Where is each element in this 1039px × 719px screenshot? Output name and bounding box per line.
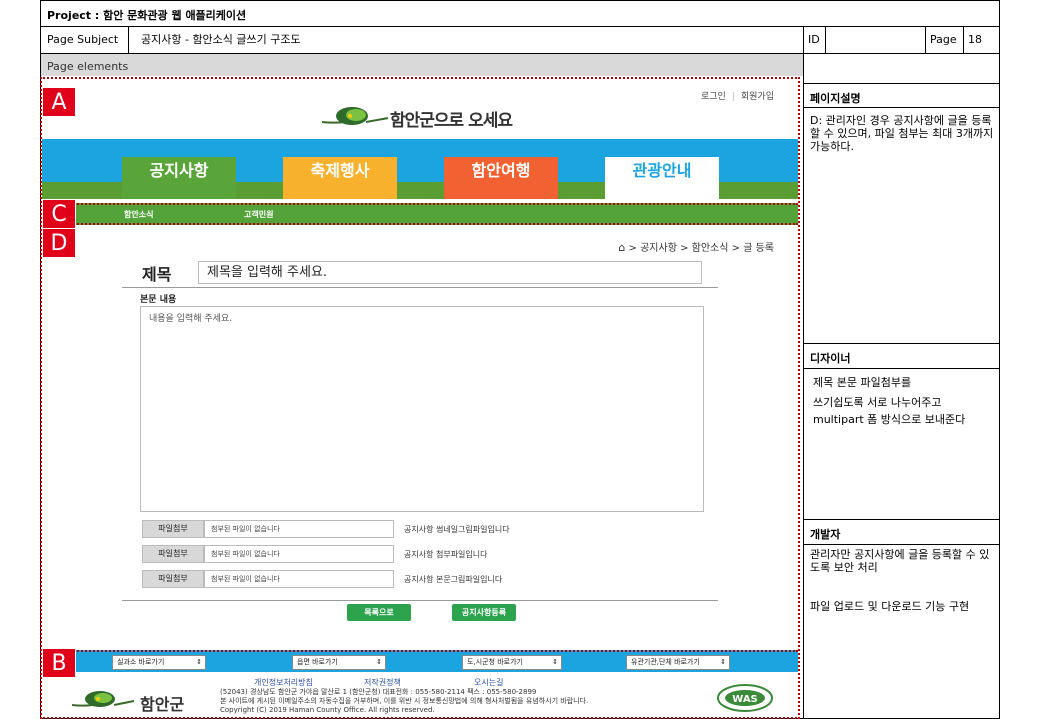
directions-link[interactable]: 오시는길 [474,677,503,688]
file-name-field[interactable] [204,570,394,588]
footer-copyright: Copyright (C) 2019 Haman County Office. … [220,706,435,714]
title-input[interactable] [198,261,702,284]
welcome-text: 함안군으로 오세요 [390,111,513,131]
file-description: 공지사항 첨부파일입니다 [404,550,488,559]
side-panel: 페이지설명 D: 관리자인 경우 공지사항에 글을 등록할 수 있으며, 파일 … [803,54,1000,719]
subnav-haman-news[interactable]: 함안소식 [124,209,153,220]
file-attach-row: 파일첨부 공지사항 본문그림파일입니다 [142,570,542,588]
join-link[interactable]: 회원가입 [735,89,780,102]
leaf-logo-icon [71,691,135,707]
login-link[interactable]: 로그인 [695,89,732,102]
footer-info: (52043) 경상남도 함안군 가야읍 말산로 1 (함안군청) 대표전화 :… [220,688,588,715]
developer-title: 개발자 [810,528,841,541]
city-select[interactable]: 도,시군청 바로가기 ⇕ [462,655,562,670]
org-select[interactable]: 유관기관,단체 바로가기 ⇕ [626,655,730,670]
file-attach-button[interactable]: 파일첨부 [142,545,204,563]
nav-festival[interactable]: 축제행사 [283,157,397,199]
file-attach-row: 파일첨부 공지사항 썸네일그림파일입니다 [142,520,542,538]
dept-select[interactable]: 실과소 바로가기 ⇕ [112,655,206,670]
file-name-field[interactable] [204,520,394,538]
divider [122,287,718,288]
divider [122,600,718,601]
select-arrow-icon: ⇕ [552,658,558,666]
submit-notice-button[interactable]: 공지사항등록 [452,604,516,621]
select-arrow-icon: ⇕ [720,658,726,666]
was-badge-icon: WAS [717,684,773,712]
body-textarea[interactable] [140,306,704,512]
file-attach-button[interactable]: 파일첨부 [142,570,204,588]
select-arrow-icon: ⇕ [376,658,382,666]
footer-logo: 함안군 [70,685,200,715]
divider [804,343,1000,344]
developer-text: 파일 업로드 및 다운로드 기능 구현 [810,600,970,613]
designer-line: 쓰기쉽도록 서로 나누어주고 [813,396,942,409]
city-select-value: 도,시군청 바로가기 [467,658,523,666]
sub-nav: 함안소식 고객민원 [42,203,798,225]
footer-notice: 본 사이트에 게시된 이메일주소의 자동수집을 거부하며, 이를 위반 시 정보… [220,697,589,705]
nav-travel[interactable]: 함안여행 [444,157,558,199]
select-arrow-icon: ⇕ [196,658,202,666]
list-button[interactable]: 목록으로 [347,604,411,621]
title-label: 제목 [142,265,172,284]
subnav-customer-complaint[interactable]: 고객민원 [244,209,273,220]
divider [804,368,1000,369]
section-badge-d: D [42,228,76,258]
privacy-policy-link[interactable]: 개인정보처리방침 [254,677,313,688]
section-badge-a: A [42,87,76,117]
nav-notice[interactable]: 공지사항 [122,157,236,199]
designer-line: 제목 본문 파일첨부를 [813,376,912,389]
breadcrumb: ⌂ > 공지사항 > 함안소식 > 글 등록 [618,241,774,254]
description-text: D: 관리자인 경우 공지사항에 글을 등록할 수 있으며, 파일 첨부는 최대… [810,114,994,153]
divider [804,107,1000,108]
top-links: 로그인 | 회원가입 [695,89,780,102]
file-description: 공지사항 본문그림파일입니다 [404,575,503,584]
file-name-field[interactable] [204,545,394,563]
divider [804,519,1000,520]
divider [804,544,1000,545]
title-row: 제목 [138,259,718,289]
town-select-value: 읍면 바로가기 [297,658,338,666]
breadcrumb-item: 글 등록 [743,243,774,254]
developer-text: 관리자만 공지사항에 글을 등록할 수 있도록 보안 처리 [810,548,990,574]
was-badge-text: WAS [732,694,758,705]
designer-title: 디자이너 [810,352,851,365]
body-label: 본문 내용 [140,295,177,305]
footer-quicklinks-bar: 실과소 바로가기 ⇕ 읍면 바로가기 ⇕ 도,시군청 바로가기 ⇕ 유관기관,단체 바… [42,650,798,672]
leaf-logo-icon [321,107,389,125]
divider [804,83,1000,84]
breadcrumb-item[interactable]: 함안소식 [692,243,729,254]
section-badge-c: C [42,199,76,229]
file-attach-row: 파일첨부 공지사항 첨부파일입니다 [142,545,542,563]
dept-select-value: 실과소 바로가기 [117,658,165,666]
page-mockup: A 로그인 | 회원가입 함안군으로 오세요 공지사항 축제행사 함안여행 관광안내… [40,77,800,719]
home-icon[interactable]: ⌂ [618,241,625,254]
footer-address: (52043) 경상남도 함안군 가야읍 말산로 1 (함안군청) 대표전화 :… [220,688,537,696]
site-logo[interactable]: 함안군으로 오세요 [320,97,540,137]
file-attach-button[interactable]: 파일첨부 [142,520,204,538]
org-select-value: 유관기관,단체 바로가기 [631,658,700,666]
nav-tour-info[interactable]: 관광안내 [605,157,719,199]
town-select[interactable]: 읍면 바로가기 ⇕ [292,655,386,670]
footer-logo-text: 함안군 [140,695,185,714]
file-description: 공지사항 썸네일그림파일입니다 [404,525,510,534]
copyright-policy-link[interactable]: 저작권정책 [364,677,401,688]
description-title: 페이지설명 [810,92,861,105]
section-badge-b: B [42,648,76,678]
was-certification-logo: WAS [716,683,774,713]
designer-line: multipart 폼 방식으로 보내준다 [813,413,966,426]
breadcrumb-item[interactable]: 공지사항 [640,243,677,254]
